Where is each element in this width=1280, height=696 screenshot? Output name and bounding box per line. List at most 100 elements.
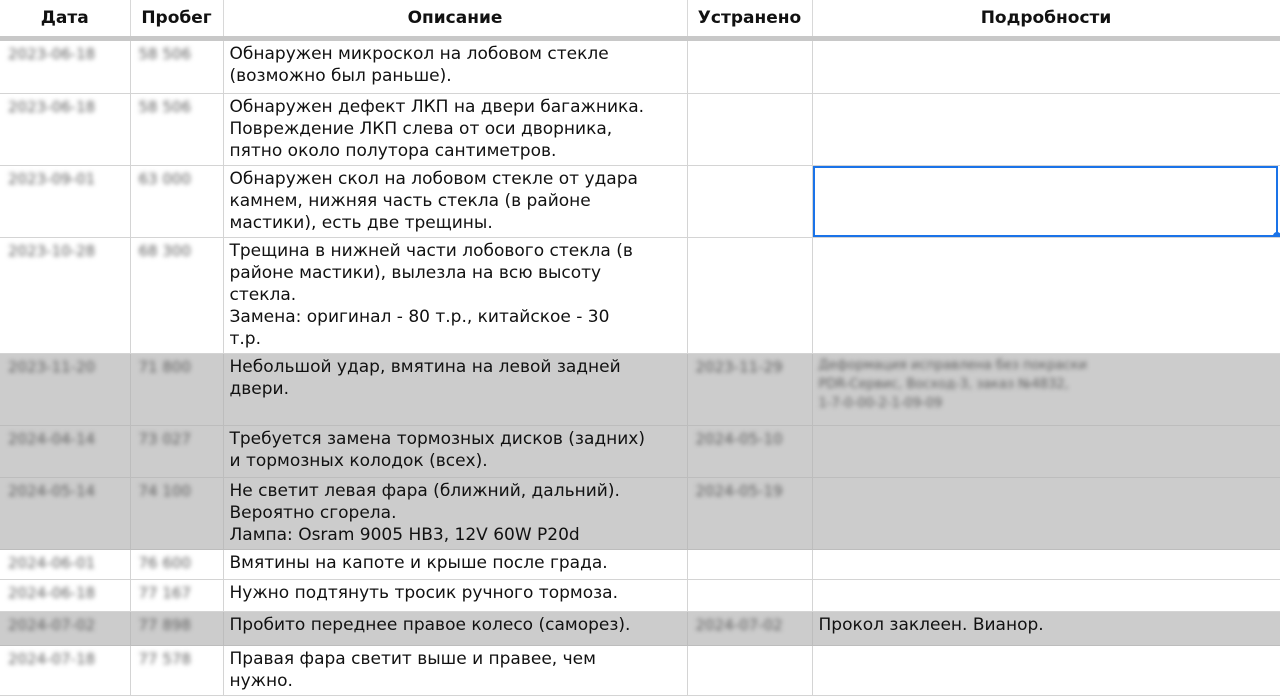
redacted-text: 2023-10-28 (8, 240, 124, 262)
table-row: 2024-07-02 77 898 Пробито переднее правое … (0, 611, 1280, 645)
cell-details[interactable]: Деформация исправлена без покраскиPDR-Се… (812, 353, 1280, 425)
cell-mileage[interactable]: 71 800 (130, 353, 223, 425)
redacted-text: 2024-05-10 (696, 428, 806, 450)
redacted-text: 2024-07-18 (8, 648, 124, 670)
redacted-text: 2023-11-29 (696, 356, 806, 378)
cell-date[interactable]: 2024-07-02 (0, 611, 130, 645)
cell-fixed[interactable] (687, 549, 812, 579)
header-row: Дата Пробег Описание Устранено Подробнос… (0, 0, 1280, 36)
cell-mileage[interactable]: 77 167 (130, 579, 223, 611)
issues-table: Дата Пробег Описание Устранено Подробнос… (0, 0, 1280, 696)
cell-mileage[interactable]: 74 100 (130, 477, 223, 549)
redacted-text: 2024-07-02 (8, 614, 124, 636)
cell-description[interactable]: Обнаружен дефект ЛКП на двери багажника.… (223, 93, 687, 165)
cell-details[interactable] (812, 645, 1280, 695)
cell-details[interactable] (812, 425, 1280, 477)
cell-date[interactable]: 2023-06-18 (0, 93, 130, 165)
redacted-text: 68 300 (139, 240, 217, 262)
cell-fixed[interactable] (687, 237, 812, 353)
cell-description[interactable]: Обнаружен скол на лобовом стекле от удар… (223, 165, 687, 237)
cell-mileage[interactable]: 68 300 (130, 237, 223, 353)
cell-details[interactable] (812, 237, 1280, 353)
cell-fixed[interactable] (687, 579, 812, 611)
cell-fixed[interactable] (687, 645, 812, 695)
table-row: 2024-04-14 73 027 Требуется замена тормозн… (0, 425, 1280, 477)
table-row: 2023-10-28 68 300 Трещина в нижней части л… (0, 237, 1280, 353)
cell-fixed[interactable]: 2024-05-19 (687, 477, 812, 549)
header-mileage[interactable]: Пробег (130, 0, 223, 36)
redacted-text: 2024-05-14 (8, 480, 124, 502)
cell-description[interactable]: Небольшой удар, вмятина на левой задней … (223, 353, 687, 425)
redacted-text: 2024-04-14 (8, 428, 124, 450)
cell-details[interactable] (812, 41, 1280, 93)
redacted-text: 2023-06-18 (8, 96, 124, 118)
cell-details-selected[interactable] (812, 165, 1280, 237)
table-row: 2024-07-18 77 578 Правая фара светит выше … (0, 645, 1280, 695)
redacted-text: 77 898 (139, 614, 217, 636)
cell-mileage[interactable]: 58 506 (130, 93, 223, 165)
cell-fixed[interactable] (687, 165, 812, 237)
cell-mileage[interactable]: 63 000 (130, 165, 223, 237)
redacted-text: 63 000 (139, 168, 217, 190)
redacted-text: 77 167 (139, 582, 217, 604)
cell-description[interactable]: Нужно подтянуть тросик ручного тормоза. (223, 579, 687, 611)
table-row: 2024-06-01 76 600 Вмятины на капоте и крыш… (0, 549, 1280, 579)
redacted-text: 74 100 (139, 480, 217, 502)
cell-details[interactable] (812, 477, 1280, 549)
cell-details[interactable] (812, 93, 1280, 165)
cell-description[interactable]: Пробито переднее правое колесо (саморез)… (223, 611, 687, 645)
redacted-text: 2024-07-02 (696, 614, 806, 636)
cell-details[interactable] (812, 549, 1280, 579)
table-row: 2024-05-14 74 100 Не светит левая фара (бл… (0, 477, 1280, 549)
redacted-text: 2023-09-01 (8, 168, 124, 190)
cell-mileage[interactable]: 77 578 (130, 645, 223, 695)
cell-fixed[interactable] (687, 41, 812, 93)
cell-date[interactable]: 2023-09-01 (0, 165, 130, 237)
fill-handle[interactable] (1272, 231, 1280, 238)
cell-description[interactable]: Вмятины на капоте и крыше после града. (223, 549, 687, 579)
cell-mileage[interactable]: 76 600 (130, 549, 223, 579)
cell-fixed[interactable]: 2024-05-10 (687, 425, 812, 477)
cell-description[interactable]: Не светит левая фара (ближний, дальний).… (223, 477, 687, 549)
header-date[interactable]: Дата (0, 0, 130, 36)
redacted-text: 58 506 (139, 96, 217, 118)
cell-fixed[interactable]: 2023-11-29 (687, 353, 812, 425)
cell-date[interactable]: 2023-11-20 (0, 353, 130, 425)
table-row: 2023-06-18 58 506 Обнаружен микроскол на л… (0, 41, 1280, 93)
table-row: 2024-06-18 77 167 Нужно подтянуть тросик р… (0, 579, 1280, 611)
header-details[interactable]: Подробности (812, 0, 1280, 36)
redacted-text: 2024-06-01 (8, 552, 124, 574)
redacted-text: 73 027 (139, 428, 217, 450)
cell-date[interactable]: 2023-10-28 (0, 237, 130, 353)
cell-description[interactable]: Трещина в нижней части лобового стекла (… (223, 237, 687, 353)
cell-description[interactable]: Правая фара светит выше и правее, чем ну… (223, 645, 687, 695)
redacted-text: 76 600 (139, 552, 217, 574)
cell-details[interactable] (812, 579, 1280, 611)
header-fixed[interactable]: Устранено (687, 0, 812, 36)
redacted-text: 2024-05-19 (696, 480, 806, 502)
cell-details[interactable]: Прокол заклеен. Вианор. (812, 611, 1280, 645)
table-row: 2023-11-20 71 800 Небольшой удар, вмятина … (0, 353, 1280, 425)
redacted-text: 58 506 (139, 43, 217, 65)
cell-mileage[interactable]: 73 027 (130, 425, 223, 477)
cell-date[interactable]: 2024-06-18 (0, 579, 130, 611)
cell-fixed[interactable] (687, 93, 812, 165)
redacted-text: Деформация исправлена без покраскиPDR-Се… (819, 356, 1274, 413)
cell-mileage[interactable]: 77 898 (130, 611, 223, 645)
cell-mileage[interactable]: 58 506 (130, 41, 223, 93)
cell-fixed[interactable]: 2024-07-02 (687, 611, 812, 645)
redacted-text: 2023-06-18 (8, 43, 124, 65)
redacted-text: 77 578 (139, 648, 217, 670)
cell-date[interactable]: 2024-05-14 (0, 477, 130, 549)
cell-date[interactable]: 2024-06-01 (0, 549, 130, 579)
cell-date[interactable]: 2024-07-18 (0, 645, 130, 695)
cell-description[interactable]: Требуется замена тормозных дисков (задни… (223, 425, 687, 477)
cell-date[interactable]: 2024-04-14 (0, 425, 130, 477)
table-row: 2023-06-18 58 506 Обнаружен дефект ЛКП на … (0, 93, 1280, 165)
cell-date[interactable]: 2023-06-18 (0, 41, 130, 93)
redacted-text: 2024-06-18 (8, 582, 124, 604)
table-row: 2023-09-01 63 000 Обнаружен скол на лобово… (0, 165, 1280, 237)
cell-description[interactable]: Обнаружен микроскол на лобовом стекле (в… (223, 41, 687, 93)
redacted-text: 71 800 (139, 356, 217, 378)
header-description[interactable]: Описание (223, 0, 687, 36)
